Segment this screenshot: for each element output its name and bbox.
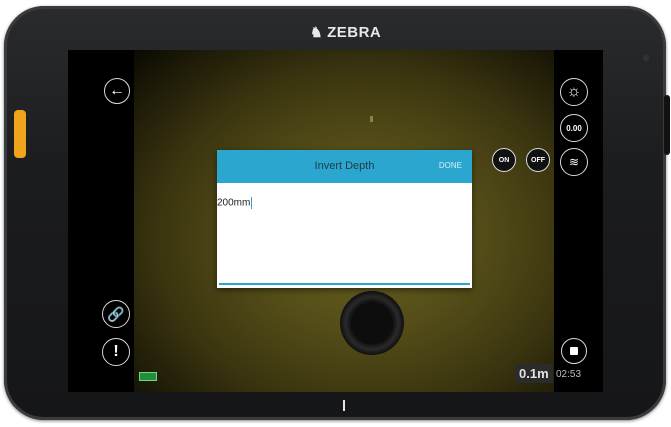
dialog-title: Invert Depth — [314, 160, 375, 172]
alert-button[interactable]: ! — [102, 338, 130, 366]
stop-button[interactable] — [561, 338, 587, 364]
exclamation-icon: ! — [113, 343, 119, 360]
pipe-opening — [340, 291, 404, 355]
depth-input-value: 200mm — [217, 197, 251, 209]
done-button[interactable]: DONE — [439, 161, 462, 170]
zebra-logo-icon: ♞ — [310, 24, 324, 40]
depth-input[interactable]: 200mm — [217, 197, 253, 209]
sonar-icon: ≋ — [568, 155, 580, 169]
arrow-left-icon: ← — [109, 82, 125, 99]
back-button[interactable]: ← — [104, 78, 130, 104]
link-button[interactable]: 🔗 — [102, 300, 130, 328]
brightness-button[interactable]: ☼ — [560, 78, 588, 106]
sonar-button[interactable]: ≋ — [560, 148, 588, 176]
timer-readout: 02:53 — [556, 369, 582, 380]
distance-readout: 0.1m — [515, 364, 553, 383]
side-scan-button[interactable] — [14, 110, 26, 158]
battery-icon — [139, 372, 157, 381]
screen: ← 🔗 ! ☼ 0.00 ≋ ON OFF 0.1m 02:53 Invert … — [68, 50, 603, 392]
pipe-crack — [370, 116, 373, 122]
chain-link-icon: 🔗 — [107, 305, 125, 322]
zero-button[interactable]: 0.00 — [560, 114, 588, 142]
zero-label: 0.00 — [566, 123, 582, 133]
toggle-off-button[interactable]: OFF — [526, 148, 550, 172]
input-underline — [219, 283, 470, 285]
dialog-header: Invert Depth DONE — [217, 150, 472, 183]
front-camera — [643, 55, 649, 61]
sun-icon: ☼ — [566, 83, 582, 100]
side-rail — [664, 95, 670, 155]
toggle-on-button[interactable]: ON — [492, 148, 516, 172]
stop-icon — [570, 347, 578, 355]
brand-logo: ♞ ZEBRA — [310, 24, 382, 41]
text-caret — [251, 197, 253, 209]
invert-depth-dialog: Invert Depth DONE 200mm — [217, 150, 472, 288]
home-indicator[interactable] — [343, 400, 345, 411]
